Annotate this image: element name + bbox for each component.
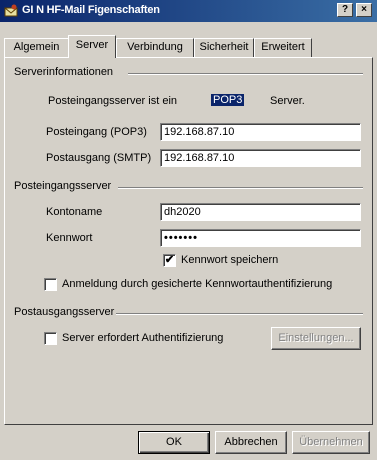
- spa-checkbox[interactable]: [44, 278, 57, 291]
- mail-account-icon: [4, 4, 18, 17]
- window-title: GI N HF-Mail Figenschaften: [22, 4, 160, 16]
- outgoing-server-label: Postausgang (SMTP): [46, 152, 152, 164]
- tab-server[interactable]: Server: [68, 35, 116, 58]
- cancel-button[interactable]: Abbrechen: [215, 431, 287, 454]
- remember-password-checkbox[interactable]: ✔: [163, 254, 176, 267]
- outgoing-server-divider: [116, 313, 363, 315]
- help-button[interactable]: ?: [337, 3, 353, 17]
- server-info-heading: Serverinformationen: [14, 66, 114, 78]
- tab-general[interactable]: Algemein: [4, 38, 69, 57]
- ok-button[interactable]: OK: [138, 431, 210, 454]
- outgoing-server-field[interactable]: 192.168.87.10: [160, 149, 361, 167]
- incoming-server-label: Posteingang (POP3): [46, 126, 147, 138]
- remember-password-label: Kennwort speichern: [181, 254, 279, 266]
- properties-dialog: GI N HF-Mail Figenschaften ? × Algemein …: [0, 0, 377, 460]
- incoming-server-heading: Posteingangsserver: [14, 180, 112, 192]
- title-bar[interactable]: GI N HF-Mail Figenschaften ? ×: [0, 0, 377, 22]
- tab-strip: Algemein Server Verbindung Sicherheit Er…: [4, 35, 376, 58]
- account-name-field[interactable]: dh2020: [160, 203, 361, 221]
- incoming-type-value: POP3: [211, 94, 245, 106]
- smtp-settings-button[interactable]: Einstellungen...: [271, 327, 361, 350]
- password-label: Kennwort: [46, 232, 93, 244]
- account-name-label: Kontoname: [46, 206, 103, 218]
- tab-security[interactable]: Sicherheit: [194, 38, 254, 57]
- incoming-type-suffix: Server.: [270, 95, 305, 107]
- spa-label: Anmeldung durch gesicherte Kennwortauthe…: [62, 278, 333, 290]
- incoming-server-field[interactable]: 192.168.87.10: [160, 123, 361, 141]
- tab-advanced[interactable]: Erweitert: [254, 38, 312, 57]
- server-info-divider: [128, 73, 363, 75]
- incoming-type-label: Posteingangsserver ist ein: [48, 95, 178, 107]
- smtp-auth-checkbox[interactable]: [44, 332, 57, 345]
- apply-button[interactable]: Übernehmen: [292, 431, 370, 454]
- tab-connection[interactable]: Verbindung: [116, 38, 194, 57]
- incoming-server-divider: [118, 187, 363, 189]
- outgoing-server-heading: Postausgangsserver: [14, 306, 115, 318]
- smtp-auth-label: Server erfordert Authentifizierung: [62, 332, 224, 344]
- close-button[interactable]: ×: [356, 3, 372, 17]
- password-field[interactable]: •••••••: [160, 229, 361, 247]
